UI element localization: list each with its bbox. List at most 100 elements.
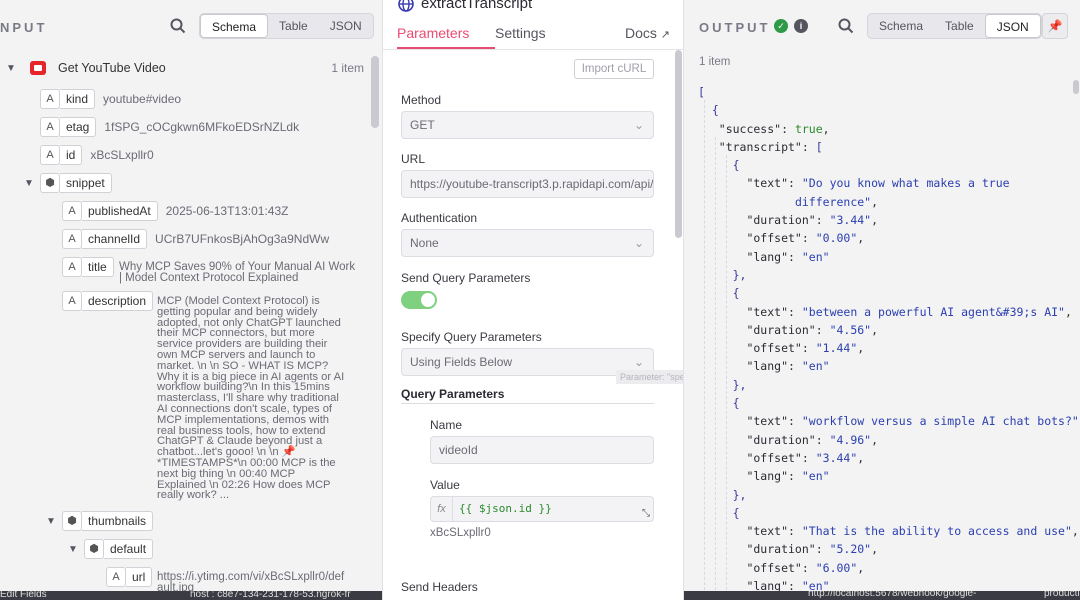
json-bool: true [794,121,823,136]
environment-label: production [1044,591,1080,599]
chevron-down-icon[interactable]: ▼ [4,63,18,74]
field-id[interactable]: Aid xBcSLxpllr0 [40,145,154,165]
search-icon[interactable] [170,18,186,34]
search-icon[interactable] [838,18,854,34]
json-line: "duration": "4.56", [698,321,1080,339]
docs-link[interactable]: Docs ↗ [625,25,670,41]
json-token: , [1071,524,1079,539]
json-token: : [801,560,816,575]
json-string: "workflow versus a simple AI chat bots?" [801,414,1079,429]
json-line: { [698,504,1080,522]
json-token: "offset" [698,231,802,246]
json-token: "offset" [698,450,802,465]
json-token: { [698,158,740,173]
tab-divider [383,49,683,50]
tab-json[interactable]: JSON [984,14,1041,38]
field-title-value: Why MCP Saves 90% of Your Manual AI Work… [119,261,356,284]
input-scrollbar[interactable] [371,56,379,128]
output-item-count: 1 item [699,56,731,68]
string-type-icon: A [40,117,60,137]
node-scrollbar[interactable] [675,50,682,238]
tab-table[interactable]: Table [934,14,985,38]
tab-json[interactable]: JSON [319,14,373,38]
json-token: "duration" [698,322,816,337]
node-panel: extractTranscript Parameters Settings Do… [382,0,684,600]
json-string: "en" [801,249,830,264]
field-snippet[interactable]: ▼ ⬢ snippet [22,173,112,193]
json-token: }, [698,487,747,502]
output-panel: OUTPUT ✓ i Schema Table JSON 📌 1 item [ … [684,0,1080,600]
name-input[interactable]: videoId [430,436,654,464]
node-header[interactable]: ▼ Get YouTube Video 1 item [4,58,364,78]
chevron-down-icon[interactable]: ▼ [66,544,80,555]
field-url[interactable]: Aurl [106,567,153,587]
input-view-switch[interactable]: Schema Table JSON [199,13,374,39]
chevron-down-icon[interactable]: ▼ [44,516,58,527]
method-select[interactable]: GET ⌄ [401,111,654,139]
query-params-label: Query Parameters [401,387,505,401]
json-token: : [788,359,802,374]
info-icon[interactable]: i [794,19,808,33]
json-token: : [815,542,830,557]
json-line: { [698,101,1080,119]
string-type-icon: A [40,145,60,165]
field-description[interactable]: Adescription [62,291,154,311]
description-line: getting popular and being widely [157,305,318,318]
json-token: , [1064,304,1072,319]
external-link-icon: ↗ [660,29,671,41]
json-string: "4.56" [829,322,872,337]
pin-icon[interactable]: 📌 [1042,13,1068,39]
field-channelId[interactable]: AchannelId UCrB7UFnkosBjAhOg3a9NdWw [62,229,329,249]
tab-schema[interactable]: Schema [868,14,934,38]
specify-query-label: Specify Query Parameters [401,330,542,344]
tab-table[interactable]: Table [268,14,319,38]
json-line: "duration": "4.96", [698,431,1080,449]
item-count: 1 item [331,61,364,75]
field-thumbnails[interactable]: ▼ ⬢ thumbnails [44,511,154,531]
auth-select[interactable]: None ⌄ [401,229,654,257]
tab-schema[interactable]: Schema [200,14,269,38]
field-title[interactable]: Atitle [62,257,114,277]
json-viewer[interactable]: [ { "success": true, "transcript": [ { "… [698,83,1080,600]
bottom-node-label: Edit Fields [0,591,47,600]
node-name: Get YouTube Video [58,61,166,75]
json-token: : [801,450,816,465]
chevron-down-icon[interactable]: ▼ [22,178,36,189]
json-string: "Do you know what makes a true [801,176,1010,191]
tab-settings[interactable]: Settings [495,25,546,41]
url-label: URL [401,152,426,166]
json-token: "duration" [698,213,816,228]
node-title[interactable]: extractTranscript [421,0,532,12]
expression-text: {{ $json.id }} [459,502,552,515]
json-string: "3.44" [815,450,858,465]
field-etag[interactable]: Aetag 1fSPG_cOCgkwn6MFkoEDSrNZLdk [40,117,299,137]
json-token: { [698,505,740,520]
string-type-icon: A [40,89,60,109]
field-kind[interactable]: Akind youtube#video [40,89,181,109]
json-token: , [857,341,865,356]
json-line: }, [698,266,1080,284]
auth-label: Authentication [401,211,478,225]
json-token: "lang" [698,359,789,374]
description-line: really work? ... [157,489,230,502]
json-token: [ [815,139,823,154]
field-publishedAt[interactable]: ApublishedAt 2025-06-13T13:01:43Z [62,201,288,221]
field-default[interactable]: ▼ ⬢ default [66,539,154,559]
value-expression-input[interactable]: fx {{ $json.id }} ⤡ [430,496,654,522]
output-view-switch[interactable]: Schema Table JSON [867,13,1042,39]
json-token: "success" [698,121,782,136]
string-type-icon: A [62,229,82,249]
import-curl-button[interactable]: Import cURL [574,59,654,79]
json-line: "offset": "0.00", [698,229,1080,247]
output-scrollbar[interactable] [1073,80,1079,94]
json-token: "offset" [698,560,802,575]
json-token: "lang" [698,469,789,484]
url-input[interactable]: https://youtube-transcript3.p.rapidapi.c… [401,170,654,198]
json-token: "text" [698,524,789,539]
json-token: "text" [698,304,789,319]
tab-parameters[interactable]: Parameters [397,25,469,41]
expand-icon[interactable]: ⤡ [642,508,650,519]
object-type-icon: ⬢ [62,511,82,531]
json-token: : [815,322,830,337]
send-query-toggle[interactable] [401,291,437,309]
